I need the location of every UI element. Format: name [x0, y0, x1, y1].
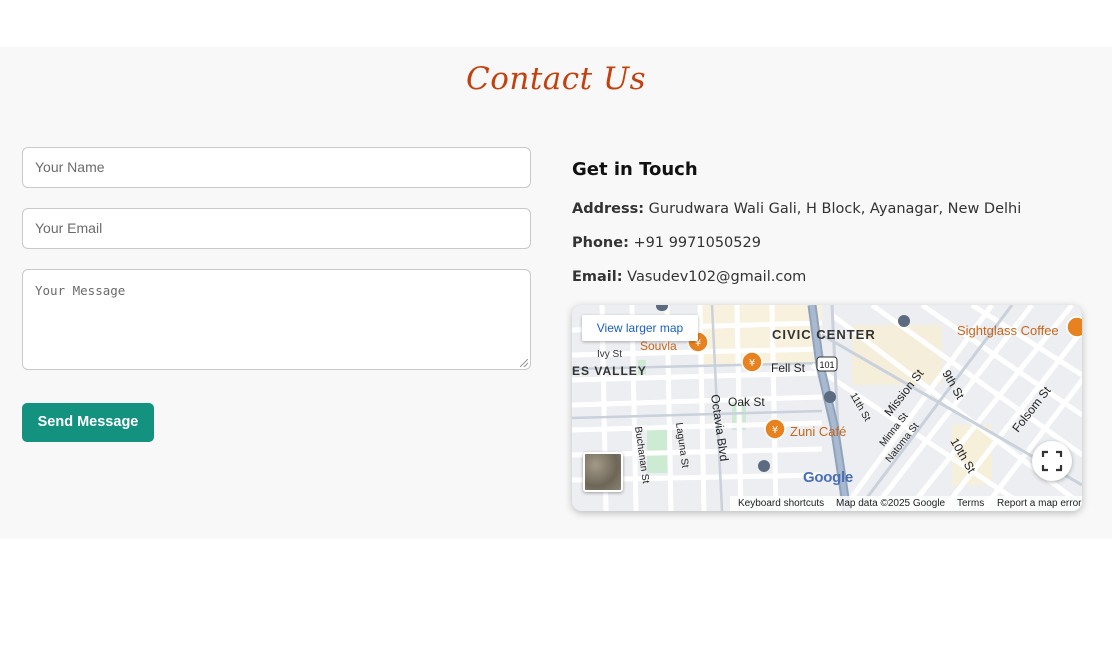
satellite-toggle[interactable] [583, 452, 623, 492]
resize-grip-icon[interactable] [520, 359, 528, 367]
svg-text:¥: ¥ [749, 358, 755, 369]
address-value: Gurudwara Wali Gali, H Block, Ayanagar, … [648, 201, 1022, 217]
restaurant-pin-icon[interactable]: ¥ [764, 418, 786, 440]
map-label-souvla[interactable]: Souvla [640, 339, 677, 353]
map-label-sightglass[interactable]: Sightglass Coffee [957, 323, 1059, 338]
contact-info: Get in Touch Address: Gurudwara Wali Gal… [572, 159, 1092, 285]
map-label-ivy: Ivy St [597, 349, 622, 360]
contact-heading: Get in Touch [572, 159, 698, 180]
email-value: Vasudev102@gmail.com [627, 269, 807, 285]
map-label-civic-center: CIVIC CENTER [772, 327, 876, 342]
google-logo: Google [803, 469, 853, 486]
email-input[interactable]: Your Email [22, 208, 531, 249]
svg-text:¥: ¥ [772, 425, 778, 436]
message-placeholder: Your Message [35, 283, 126, 298]
phone-value: +91 9971050529 [633, 235, 761, 251]
email-row: Email: Vasudev102@gmail.com [572, 269, 806, 285]
map-label-fell: Fell St [771, 361, 806, 375]
name-input[interactable]: Your Name [22, 147, 531, 188]
map-data-attribution: Map data ©2025 Google [836, 498, 946, 509]
keyboard-shortcuts-link[interactable]: Keyboard shortcuts [738, 498, 824, 509]
map-label-hayes-valley: ES VALLEY [572, 364, 647, 378]
address-label: Address: [572, 201, 645, 217]
view-larger-map-link[interactable]: View larger map [582, 315, 698, 341]
highway-shield-label: 101 [819, 360, 834, 370]
report-map-error-link[interactable]: Report a map error [997, 498, 1081, 509]
message-textarea[interactable]: Your Message [22, 269, 531, 370]
send-message-button[interactable]: Send Message [22, 403, 154, 442]
phone-row: Phone: +91 9971050529 [572, 235, 761, 251]
terms-link[interactable]: Terms [957, 498, 984, 509]
map-attribution-bar: Keyboard shortcuts Map data ©2025 Google… [730, 496, 1082, 511]
google-logo-text: Google [803, 469, 853, 486]
page-title: Contact Us [466, 61, 646, 97]
email-label: Email: [572, 269, 623, 285]
address-row: Address: Gurudwara Wali Gali, H Block, A… [572, 201, 1021, 217]
phone-label: Phone: [572, 235, 629, 251]
cafe-pin-icon[interactable] [1066, 316, 1082, 338]
map-label-oak: Oak St [728, 395, 765, 409]
fullscreen-icon [1041, 450, 1063, 472]
map-label-zuni[interactable]: Zuni Café [790, 424, 846, 439]
map-embed[interactable]: 101 CIVIC CENTER Sightglass Coffee Souvl… [572, 305, 1082, 511]
fullscreen-button[interactable] [1032, 441, 1072, 481]
restaurant-pin-icon[interactable]: ¥ [741, 351, 763, 373]
contact-section: Contact Us Your Name Your Email Your Mes… [0, 47, 1112, 539]
